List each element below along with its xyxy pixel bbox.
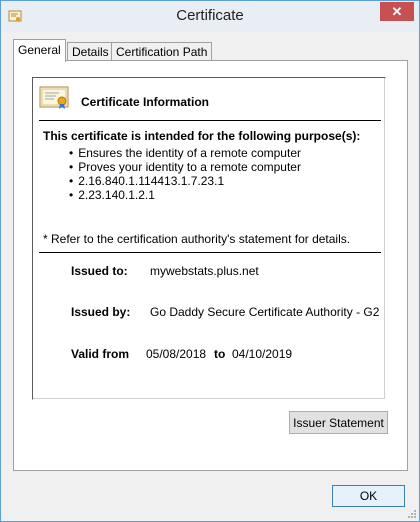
purpose-item: 2.16.840.1.114413.1.7.23.1 [69, 174, 301, 188]
tab-details[interactable]: Details [67, 42, 114, 61]
purpose-list: Ensures the identity of a remote compute… [69, 146, 301, 202]
close-icon[interactable]: ✕ [380, 2, 414, 21]
title-bar[interactable]: Certificate ✕ [1, 1, 419, 32]
tab-certification-path[interactable]: Certification Path [111, 42, 213, 61]
ca-statement-note: * Refer to the certification authority's… [43, 232, 351, 246]
certificate-icon [39, 86, 69, 109]
separator [39, 120, 381, 121]
valid-to-value: 04/10/2019 [232, 347, 293, 361]
purpose-heading: This certificate is intended for the fol… [43, 129, 361, 143]
issuer-statement-button[interactable]: Issuer Statement [289, 411, 388, 434]
separator [39, 252, 381, 253]
general-tab-panel: Certificate Information This certificate… [13, 60, 408, 471]
certificate-info-title: Certificate Information [81, 95, 210, 109]
certificate-dialog: Certificate ✕ General Details Certificat… [0, 0, 420, 522]
issued-by-label: Issued by: [71, 305, 131, 319]
valid-to-label: to [214, 347, 226, 361]
valid-from-value: 05/08/2018 [146, 347, 207, 361]
purpose-item: 2.23.140.1.2.1 [69, 188, 301, 202]
resize-grip-icon[interactable] [407, 509, 417, 519]
ok-button[interactable]: OK [332, 485, 405, 507]
certificate-info-box: Certificate Information This certificate… [32, 77, 386, 400]
tab-general[interactable]: General [13, 39, 66, 62]
issued-to-value: mywebstats.plus.net [150, 264, 259, 278]
purpose-item: Proves your identity to a remote compute… [69, 160, 301, 174]
purpose-item: Ensures the identity of a remote compute… [69, 146, 301, 160]
window-title: Certificate [176, 7, 244, 24]
valid-from-label: Valid from [71, 347, 130, 361]
issued-by-value: Go Daddy Secure Certificate Authority - … [150, 305, 380, 319]
issued-to-label: Issued to: [71, 264, 128, 278]
